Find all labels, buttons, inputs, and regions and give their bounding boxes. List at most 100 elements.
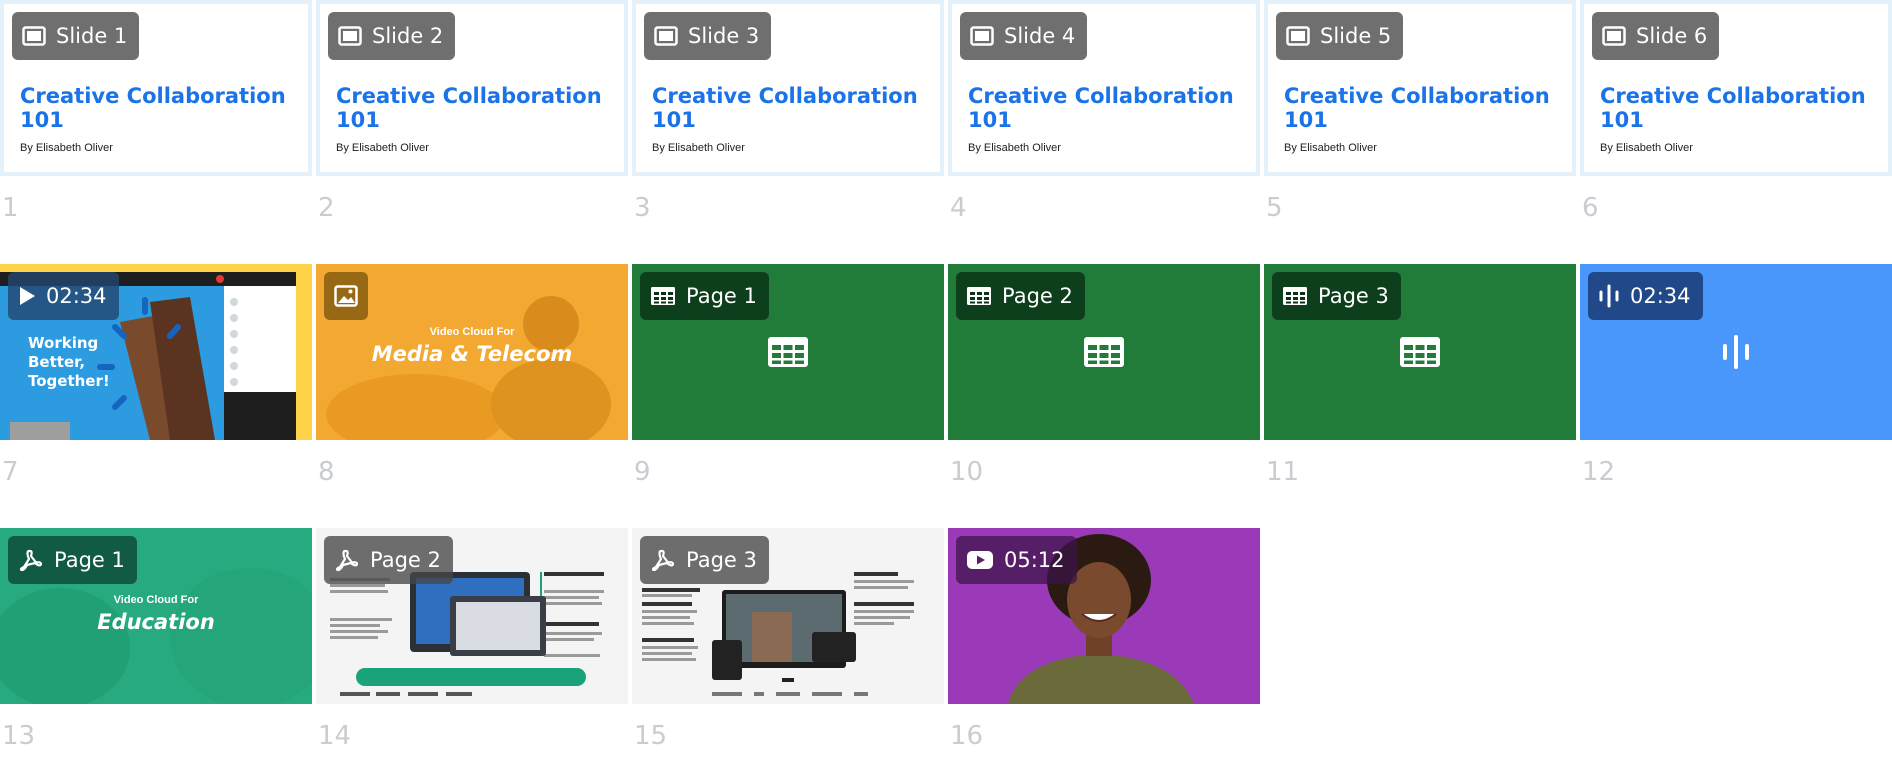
video-thumbnail-7[interactable]: Working Better, Together! 02:34 (0, 264, 312, 440)
badge-label: Slide 4 (1004, 24, 1076, 48)
badge-label: Page 3 (1318, 284, 1389, 308)
badge-label: Slide 5 (1320, 24, 1392, 48)
item-number: 4 (950, 193, 967, 223)
slide-title: Creative Collaboration 101 (1284, 84, 1550, 132)
badge-label: Slide 3 (688, 24, 760, 48)
youtube-thumbnail-16[interactable]: 05:12 (948, 528, 1260, 704)
table-icon (651, 287, 675, 305)
slide-thumbnail-3[interactable]: Slide 3 Creative Collaboration 101 By El… (632, 0, 944, 176)
slide-byline: By Elisabeth Oliver (1284, 142, 1377, 154)
slide-thumbnail-1[interactable]: Slide 1 Creative Collaboration 101 By El… (0, 0, 312, 176)
item-number: 16 (950, 721, 984, 751)
item-number: 14 (318, 721, 352, 751)
slide-badge: Slide 2 (328, 12, 456, 60)
slide-badge: Slide 3 (644, 12, 772, 60)
slide-byline: By Elisabeth Oliver (968, 142, 1061, 154)
table-icon (1283, 287, 1307, 305)
pdf-icon (651, 549, 675, 572)
duration-badge: 05:12 (956, 536, 1077, 584)
badge-label: 02:34 (46, 284, 107, 308)
play-icon (20, 287, 35, 305)
slide-thumbnail-5[interactable]: Slide 5 Creative Collaboration 101 By El… (1264, 0, 1576, 176)
image-thumbnail-8[interactable]: Video Cloud For Media & Telecom (316, 264, 628, 440)
slide-thumbnail-6[interactable]: Slide 6 Creative Collaboration 101 By El… (1580, 0, 1892, 176)
item-number: 12 (1582, 457, 1616, 487)
item-number: 13 (2, 721, 36, 751)
page-badge: Page 3 (640, 536, 769, 584)
slide-byline: By Elisabeth Oliver (1600, 142, 1693, 154)
audio-thumbnail-12[interactable]: 02:34 (1580, 264, 1892, 440)
image-headline-small: Video Cloud For (429, 326, 515, 338)
slide-icon (654, 26, 678, 46)
pdf-icon (335, 549, 359, 572)
badge-label: 05:12 (1004, 548, 1065, 572)
item-number: 11 (1266, 457, 1300, 487)
page-badge: Page 3 (1272, 272, 1401, 320)
spreadsheet-thumbnail-9[interactable]: Page 1 (632, 264, 944, 440)
pdf-headline-small: Video Cloud For (113, 594, 199, 606)
spreadsheet-icon (768, 337, 808, 367)
badge-label: Slide 6 (1636, 24, 1708, 48)
badge-label: Slide 2 (372, 24, 444, 48)
pdf-icon (19, 549, 43, 572)
spreadsheet-icon (1400, 337, 1440, 367)
badge-label: Page 1 (54, 548, 125, 572)
pdf-thumbnail-15[interactable]: Page 3 (632, 528, 944, 704)
youtube-icon (967, 551, 993, 569)
duration-badge: 02:34 (8, 272, 119, 320)
badge-label: Page 1 (686, 284, 757, 308)
page-badge: Page 1 (640, 272, 769, 320)
page-badge: Page 1 (8, 536, 137, 584)
slide-title: Creative Collaboration 101 (652, 84, 918, 132)
image-headline-large: Media & Telecom (371, 342, 573, 366)
page-badge: Page 2 (956, 272, 1085, 320)
pdf-thumbnail-14[interactable]: Page 2 (316, 528, 628, 704)
item-number: 5 (1266, 193, 1283, 223)
slide-title: Creative Collaboration 101 (968, 84, 1234, 132)
slide-title: Creative Collaboration 101 (336, 84, 602, 132)
audio-wave-icon (1723, 335, 1749, 369)
table-icon (967, 287, 991, 305)
spreadsheet-thumbnail-11[interactable]: Page 3 (1264, 264, 1576, 440)
slide-thumbnail-2[interactable]: Slide 2 Creative Collaboration 101 By El… (316, 0, 628, 176)
badge-label: Page 2 (370, 548, 441, 572)
slide-icon (22, 26, 46, 46)
slide-icon (1286, 26, 1310, 46)
image-icon (334, 285, 358, 307)
slide-thumbnail-4[interactable]: Slide 4 Creative Collaboration 101 By El… (948, 0, 1260, 176)
slide-title: Creative Collaboration 101 (20, 84, 286, 132)
item-number: 8 (318, 457, 335, 487)
audio-wave-icon (1599, 284, 1619, 308)
slide-icon (338, 26, 362, 46)
slide-badge: Slide 6 (1592, 12, 1720, 60)
video-caption: Working Better, Together! (28, 334, 110, 390)
slide-title: Creative Collaboration 101 (1600, 84, 1866, 132)
item-number: 6 (1582, 193, 1599, 223)
pdf-headline-large: Education (97, 610, 215, 634)
item-number: 10 (950, 457, 984, 487)
slide-icon (970, 26, 994, 46)
type-badge (324, 272, 368, 320)
slide-badge: Slide 4 (960, 12, 1088, 60)
item-number: 1 (2, 193, 19, 223)
slide-byline: By Elisabeth Oliver (652, 142, 745, 154)
item-number: 2 (318, 193, 335, 223)
page-badge: Page 2 (324, 536, 453, 584)
badge-label: 02:34 (1630, 284, 1691, 308)
slide-byline: By Elisabeth Oliver (336, 142, 429, 154)
badge-label: Slide 1 (56, 24, 128, 48)
slide-badge: Slide 1 (12, 12, 140, 60)
spreadsheet-icon (1084, 337, 1124, 367)
spreadsheet-thumbnail-10[interactable]: Page 2 (948, 264, 1260, 440)
badge-label: Page 2 (1002, 284, 1073, 308)
item-number: 15 (634, 721, 668, 751)
slide-badge: Slide 5 (1276, 12, 1404, 60)
slide-byline: By Elisabeth Oliver (20, 142, 113, 154)
item-number: 7 (2, 457, 19, 487)
pdf-thumbnail-13[interactable]: Video Cloud For Education Page 1 (0, 528, 312, 704)
media-grid: Slide 1 Creative Collaboration 101 By El… (0, 0, 1892, 760)
duration-badge: 02:34 (1588, 272, 1703, 320)
item-number: 9 (634, 457, 651, 487)
slide-icon (1602, 26, 1626, 46)
badge-label: Page 3 (686, 548, 757, 572)
